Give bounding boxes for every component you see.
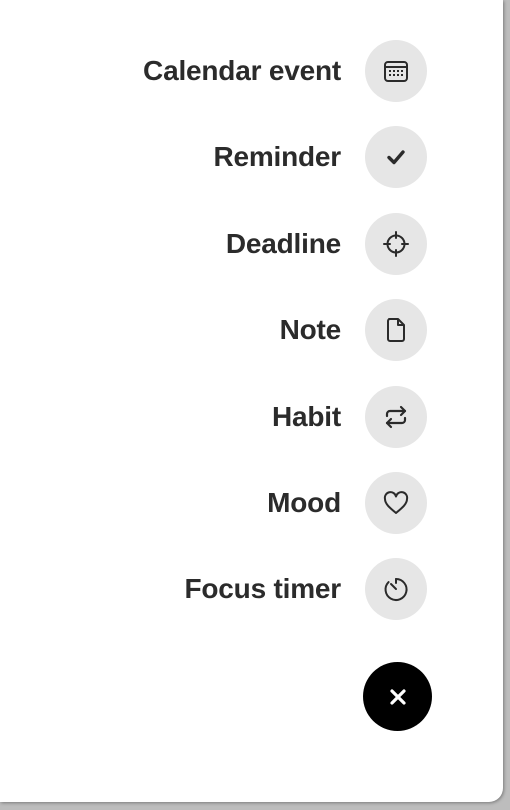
heart-icon-button[interactable] [365, 472, 427, 534]
checkmark-icon-button[interactable] [365, 126, 427, 188]
quick-add-sheet: Calendar event Reminder Deadline Note Ha… [0, 0, 503, 802]
menu-item-focus-timer[interactable]: Focus timer [67, 558, 427, 620]
menu-item-habit[interactable]: Habit [67, 386, 427, 448]
crosshair-icon [383, 231, 409, 257]
calendar-icon-button[interactable] [365, 40, 427, 102]
document-icon-button[interactable] [365, 299, 427, 361]
menu-item-label: Reminder [213, 141, 341, 172]
menu-item-mood[interactable]: Mood [67, 472, 427, 534]
menu-item-label: Focus timer [184, 573, 341, 604]
heart-icon [383, 491, 409, 514]
menu-item-calendar-event[interactable]: Calendar event [67, 40, 427, 102]
close-icon [389, 688, 406, 705]
calendar-icon [384, 61, 408, 82]
checkmark-icon [387, 150, 405, 165]
menu-item-deadline[interactable]: Deadline [67, 213, 427, 275]
document-icon [387, 318, 405, 342]
menu-item-label: Habit [271, 401, 341, 432]
repeat-icon-button[interactable] [365, 386, 427, 448]
repeat-icon [385, 405, 407, 429]
menu-item-reminder[interactable]: Reminder [67, 126, 427, 188]
menu-item-label: Calendar event [143, 55, 341, 86]
menu-item-label: Deadline [225, 228, 341, 259]
timer-icon [384, 577, 408, 601]
menu-item-note[interactable]: Note [67, 299, 427, 361]
crosshair-icon-button[interactable] [365, 213, 427, 275]
menu-item-label: Note [279, 314, 342, 345]
timer-icon-button[interactable] [365, 558, 427, 620]
menu-item-label: Mood [267, 487, 341, 518]
close-button[interactable] [363, 662, 432, 731]
